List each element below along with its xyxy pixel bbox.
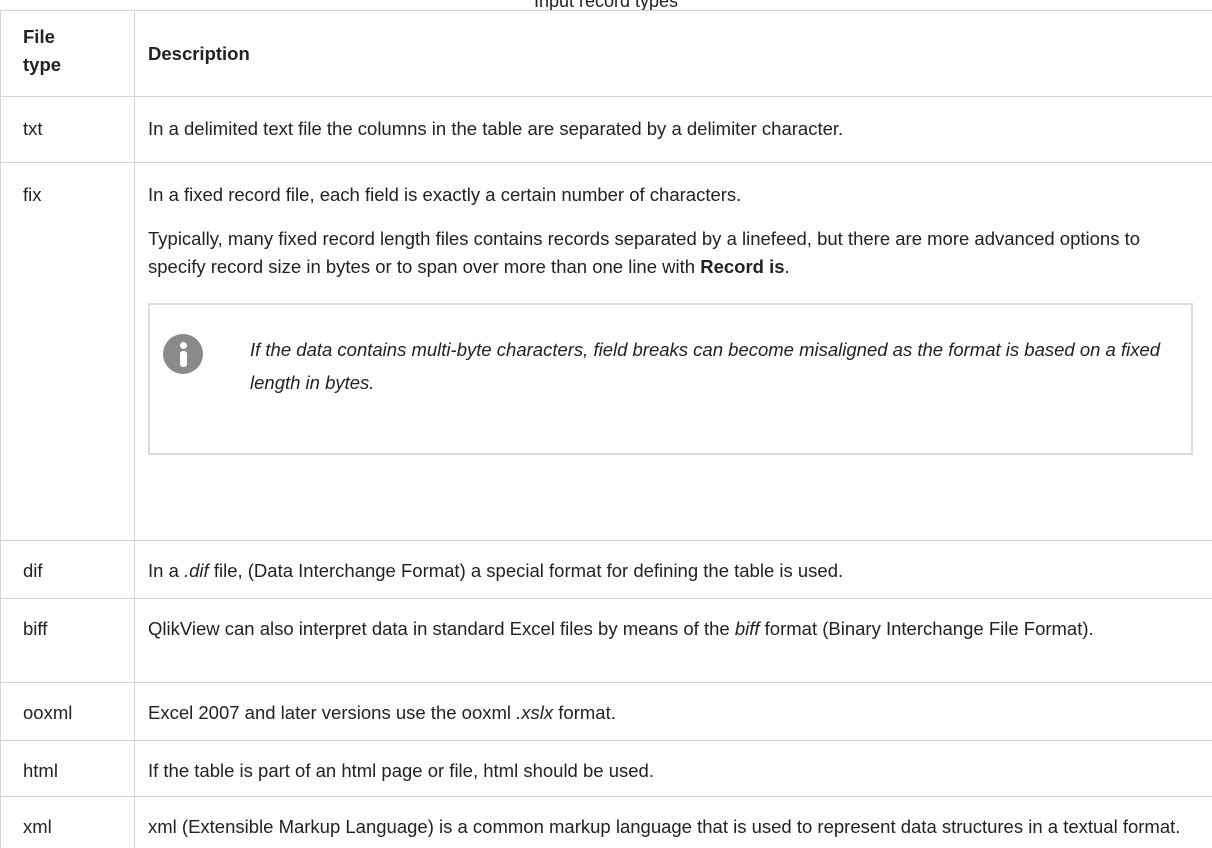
- file-type-cell: dif: [0, 540, 135, 599]
- description-cell: Excel 2007 and later versions use the oo…: [134, 682, 1212, 741]
- table-row: dif In a .dif file, (Data Interchange Fo…: [0, 540, 1212, 599]
- file-type-cell: ooxml: [0, 682, 135, 741]
- page: Input record types File type Description …: [0, 0, 1212, 848]
- file-type-cell: fix: [0, 162, 135, 541]
- description-cell: In a fixed record file, each field is ex…: [134, 162, 1212, 541]
- ooxml-desc-post: format.: [553, 702, 616, 723]
- info-icon: [163, 334, 203, 374]
- file-types-table: File type Description txt In a delimited …: [0, 10, 1212, 848]
- record-is-term: Record is: [700, 256, 785, 277]
- description-cell: In a delimited text file the columns in …: [134, 96, 1212, 163]
- table-row: xml xml (Extensible Markup Language) is …: [0, 796, 1212, 848]
- header-description: Description: [134, 10, 1212, 97]
- fix-paragraph-2-text: Typically, many fixed record length file…: [148, 228, 1141, 277]
- note-box: If the data contains multi-byte characte…: [148, 303, 1193, 455]
- fix-paragraph-1: In a fixed record file, each field is ex…: [148, 184, 742, 205]
- description-cell: In a .dif file, (Data Interchange Format…: [134, 540, 1212, 599]
- header-file-type-line1: File: [23, 26, 55, 47]
- note-text: If the data contains multi-byte characte…: [250, 339, 1161, 393]
- file-type-cell: txt: [0, 96, 135, 163]
- header-file-type: File type: [0, 10, 135, 97]
- dif-desc-post: file, (Data Interchange Format) a specia…: [208, 560, 844, 581]
- dif-extension: .dif: [184, 560, 209, 581]
- table-row: fix In a fixed record file, each field i…: [0, 162, 1212, 541]
- file-type-cell: biff: [0, 598, 135, 683]
- fix-paragraph-2: Typically, many fixed record length file…: [148, 225, 1193, 281]
- description-cell: xml (Extensible Markup Language) is a co…: [134, 796, 1212, 848]
- table-row: biff QlikView can also interpret data in…: [0, 598, 1212, 683]
- table-row: ooxml Excel 2007 and later versions use …: [0, 682, 1212, 741]
- description-cell: If the table is part of an html page or …: [134, 740, 1212, 797]
- table-row: html If the table is part of an html pag…: [0, 740, 1212, 797]
- biff-term: biff: [734, 618, 760, 639]
- description-cell: QlikView can also interpret data in stan…: [134, 598, 1212, 683]
- biff-desc-post: format (Binary Interchange File Format).: [759, 618, 1094, 639]
- file-type-cell: xml: [0, 796, 135, 848]
- header-file-type-line2: type: [23, 54, 62, 75]
- biff-desc-pre: QlikView can also interpret data in stan…: [148, 618, 735, 639]
- file-type-cell: html: [0, 740, 135, 797]
- dif-desc-pre: In a: [148, 560, 184, 581]
- table-header-row: File type Description: [0, 10, 1212, 97]
- table-row: txt In a delimited text file the columns…: [0, 96, 1212, 163]
- ooxml-desc-pre: Excel 2007 and later versions use the oo…: [148, 702, 517, 723]
- fix-paragraph-2-end: .: [784, 256, 790, 277]
- xslx-extension: .xslx: [516, 702, 554, 723]
